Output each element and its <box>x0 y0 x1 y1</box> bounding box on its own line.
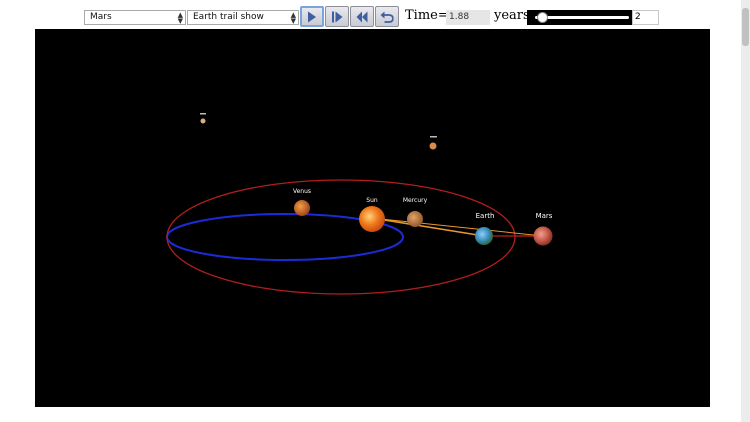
mars-sphere <box>533 226 553 246</box>
earth-sphere <box>475 227 493 245</box>
target-planet-value: Mars <box>90 12 112 22</box>
mercury-sphere <box>407 211 423 227</box>
select-arrows-icon: ▲ ▼ <box>290 11 296 25</box>
rewind-icon <box>356 11 368 22</box>
reset-button[interactable] <box>375 6 399 27</box>
distant-planet-marker <box>200 118 206 124</box>
slider-track <box>535 16 629 19</box>
solar-system-view[interactable]: Sun Venus Mercury Earth Mars <box>35 29 710 407</box>
select-arrows-icon: ▲ ▼ <box>177 11 183 25</box>
distant-planet-label-mark <box>430 136 437 138</box>
slider-thumb[interactable] <box>537 12 549 23</box>
planet-mercury[interactable]: Mercury <box>403 197 428 227</box>
planet-venus[interactable]: Venus <box>293 188 311 216</box>
step-forward-button[interactable] <box>325 6 349 27</box>
play-icon <box>308 11 316 22</box>
venus-sphere <box>294 200 310 216</box>
reset-icon <box>380 11 394 23</box>
venus-label: Venus <box>293 188 311 195</box>
planet-sun[interactable]: Sun <box>359 197 385 232</box>
scrollbar-thumb[interactable] <box>742 8 749 46</box>
speed-value: 2 <box>635 12 641 22</box>
toolbar: Mars ▲ ▼ Earth trail show ▲ ▼ Time= 1.88 y… <box>0 0 750 30</box>
mars-label: Mars <box>536 212 553 220</box>
step-forward-icon <box>332 11 343 22</box>
time-field: 1.88 <box>446 10 490 25</box>
planet-mars[interactable]: Mars <box>533 212 553 246</box>
years-label: years <box>494 8 530 23</box>
play-button[interactable] <box>300 6 324 27</box>
solar-system-canvas: Sun Venus Mercury Earth Mars <box>166 113 553 295</box>
sun-label: Sun <box>366 197 378 204</box>
distant-planet-label-mark <box>200 113 206 115</box>
line-of-sight <box>371 217 544 237</box>
sun-sphere <box>359 206 385 232</box>
mercury-label: Mercury <box>403 197 428 204</box>
mars-orbit <box>166 179 516 295</box>
background-bodies <box>200 113 437 150</box>
time-value: 1.88 <box>449 12 470 22</box>
distant-planet-marker <box>429 142 437 150</box>
page-scrollbar[interactable] <box>741 0 750 422</box>
trail-mode-value: Earth trail show <box>193 12 264 22</box>
orbits <box>166 179 516 295</box>
target-planet-select[interactable]: Mars ▲ ▼ <box>84 10 186 25</box>
time-label: Time= <box>405 8 449 23</box>
sun-mars-line <box>371 217 544 237</box>
earth-label: Earth <box>476 212 495 220</box>
speed-value-field: 2 <box>632 10 659 25</box>
rewind-button[interactable] <box>350 6 374 27</box>
trail-mode-select[interactable]: Earth trail show ▲ ▼ <box>187 10 299 25</box>
planet-earth[interactable]: Earth <box>475 212 494 245</box>
speed-slider[interactable] <box>527 10 633 25</box>
